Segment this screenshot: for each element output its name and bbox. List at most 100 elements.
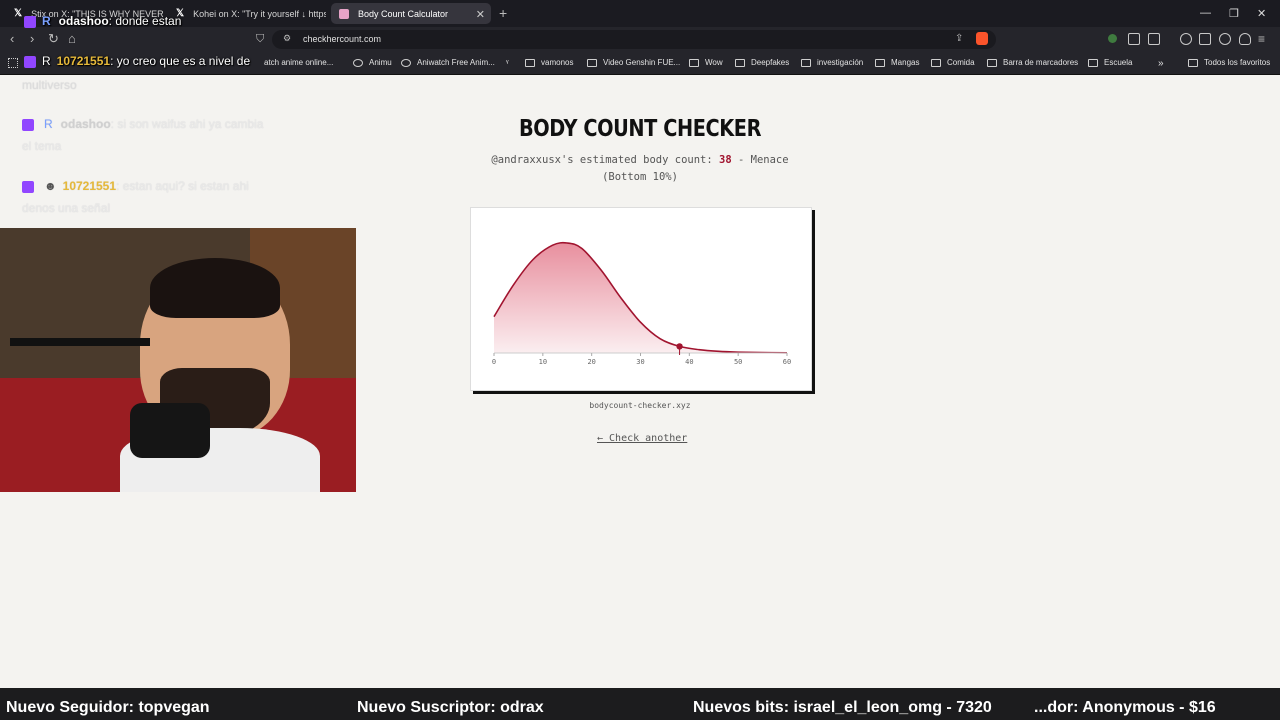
leo-ai-icon[interactable] <box>1219 33 1231 45</box>
x-tick-label: 10 <box>539 358 547 366</box>
chat-message: ☻ 10721551: estan aqui? si estan ahi <box>22 175 249 197</box>
menu-icon[interactable]: ≡ <box>1258 32 1265 46</box>
stream-alert-bar: Nuevo Seguidor: topvegan Nuevo Suscripto… <box>0 688 1280 720</box>
new-tab-icon[interactable]: + <box>499 5 507 21</box>
bookmark-comida[interactable]: Comida <box>931 58 975 67</box>
bookmark-wow[interactable]: Wow <box>689 58 723 67</box>
check-another-link[interactable]: ← Check another <box>597 433 687 444</box>
twitch-icon <box>22 180 34 193</box>
body-count-value: 38 <box>719 154 732 166</box>
bookmark-watch-anime[interactable]: atch anime online... <box>264 58 333 67</box>
page-content: multiverso Rodashoo: si son waifus ahi y… <box>0 76 1280 688</box>
folder-icon <box>587 58 597 67</box>
avatar-icon: ☻ <box>44 179 57 193</box>
footer-url: bodycount-checker.xyz <box>589 401 691 410</box>
x-tick-label: 50 <box>734 358 742 366</box>
folder-icon <box>801 58 811 67</box>
all-bookmarks[interactable]: Todos los favoritos <box>1188 58 1270 67</box>
bookmark-deepfakes[interactable]: Deepfakes <box>735 58 789 67</box>
bookmark-vamonos[interactable]: vamonos <box>525 58 573 67</box>
chat-message: Rodashoo: si son waifus ahi ya cambia <box>22 113 263 135</box>
reload-icon[interactable]: ↻ <box>48 32 59 46</box>
bookmark-mangas[interactable]: Mangas <box>875 58 919 67</box>
share-icon[interactable]: ⇪ <box>955 33 963 44</box>
bookmark-escuela[interactable]: Escuela <box>1088 58 1132 67</box>
bookmark-animu[interactable]: Animu <box>353 58 392 67</box>
overlay-chat-top: Rodashoo: donde estan <box>24 14 181 28</box>
folder-icon <box>875 58 885 67</box>
chart-card: 0 10 20 30 40 50 60 <box>470 207 812 391</box>
forward-icon[interactable]: › <box>30 32 34 46</box>
folder-icon <box>735 58 745 67</box>
subtitle-percentile: (Bottom 10%) <box>602 171 678 183</box>
tab-body-count[interactable]: Body Count Calculator ✕ <box>331 3 491 24</box>
twitch-icon <box>22 118 34 131</box>
webcam-hair <box>150 258 280 318</box>
url-text: checkhercount.com <box>303 34 382 44</box>
new-bits-text: Nuevos bits: israel_el_leon_omg - 7320 <box>693 699 992 716</box>
x-tick-label: 60 <box>783 358 791 366</box>
page-title: BODY COUNT CHECKER <box>518 116 762 142</box>
folder-icon <box>525 58 535 67</box>
home-icon[interactable]: ⌂ <box>68 32 76 46</box>
minimize-icon[interactable]: — <box>1200 7 1211 19</box>
site-favicon-icon <box>339 8 349 19</box>
folder-icon <box>1088 58 1098 67</box>
site-info-icon[interactable]: ⚙ <box>283 33 291 44</box>
bookmark-icon[interactable]: ⛉ <box>256 32 264 46</box>
distribution-chart: 0 10 20 30 40 50 60 <box>492 241 791 366</box>
vpn-icon[interactable] <box>1239 33 1251 45</box>
close-window-icon[interactable]: ✕ <box>1257 7 1266 20</box>
back-icon[interactable]: ‹ <box>10 32 14 46</box>
extension-green-icon[interactable] <box>1108 34 1117 43</box>
microphone-icon <box>130 403 210 458</box>
webcam-feed <box>0 228 356 492</box>
bookmark-aniwatch[interactable]: Aniwatch Free Anim... <box>401 58 495 67</box>
apps-grid-icon[interactable] <box>8 58 18 68</box>
rank-icon: R <box>42 54 51 68</box>
aniwatch-icon <box>401 58 411 67</box>
tab-label: Kohei on X: "Try it yourself ↓ https:// <box>193 8 326 19</box>
chat-line: el tema <box>22 139 62 153</box>
x-tick-label: 40 <box>685 358 693 366</box>
highlight-point <box>676 343 683 350</box>
mic-arm <box>10 338 150 346</box>
rank-icon: R <box>42 14 51 28</box>
overlay-chat-second: R 10721551: yo creo que es a nivel de <box>24 54 250 68</box>
brave-shield-icon[interactable] <box>976 32 988 45</box>
folder-icon <box>931 58 941 67</box>
subtitle: @andraxxusx's estimated body count: 38 -… <box>491 154 789 166</box>
tab-bar: 𝕏 Stix on X: "THIS IS WHY NEVERNESS 𝕏 Ko… <box>0 0 1280 27</box>
donation-text: ...dor: Anonymous - $16 <box>1030 699 1216 717</box>
sidebar-icon[interactable] <box>1148 33 1160 45</box>
bookmark-video-genshin[interactable]: Video Genshin FUE... <box>587 58 680 67</box>
globe-icon <box>353 58 363 67</box>
folder-icon <box>987 58 997 67</box>
twitch-icon <box>24 55 36 68</box>
bookmark-y-icon[interactable]: ᵞ <box>506 58 509 67</box>
extensions-icon[interactable] <box>1128 33 1140 45</box>
tab-label: Body Count Calculator <box>358 8 449 19</box>
restore-icon[interactable]: ❐ <box>1229 7 1239 20</box>
x-logo-icon: 𝕏 <box>14 7 23 19</box>
address-bar: ‹ › ↻ ⌂ ⛉ ⚙ checkhercount.com ⇪ ≡ <box>0 27 1280 52</box>
new-follower-text: Nuevo Seguidor: topvegan <box>6 699 210 716</box>
new-subscriber-text: Nuevo Suscriptor: odrax <box>357 699 544 716</box>
music-icon[interactable] <box>1180 33 1192 45</box>
more-bookmarks-icon[interactable]: » <box>1158 58 1164 69</box>
folder-icon <box>689 58 699 67</box>
x-tick-label: 30 <box>636 358 644 366</box>
x-tick-label: 0 <box>492 358 496 366</box>
tab-kohei[interactable]: 𝕏 Kohei on X: "Try it yourself ↓ https:/… <box>168 3 326 24</box>
close-tab-icon[interactable]: ✕ <box>476 8 485 21</box>
bookmark-barra[interactable]: Barra de marcadores <box>987 58 1078 67</box>
chat-line: multiverso <box>22 78 77 92</box>
chat-line: denos una señal <box>22 201 111 215</box>
x-tick-label: 20 <box>587 358 595 366</box>
rank-icon: R <box>44 117 53 131</box>
url-field[interactable]: ⚙ checkhercount.com ⇪ <box>272 30 996 49</box>
twitch-icon <box>24 15 36 28</box>
wallet-icon[interactable] <box>1199 33 1211 45</box>
distribution-area <box>494 242 787 353</box>
bookmark-investigacion[interactable]: investigación <box>801 58 863 67</box>
